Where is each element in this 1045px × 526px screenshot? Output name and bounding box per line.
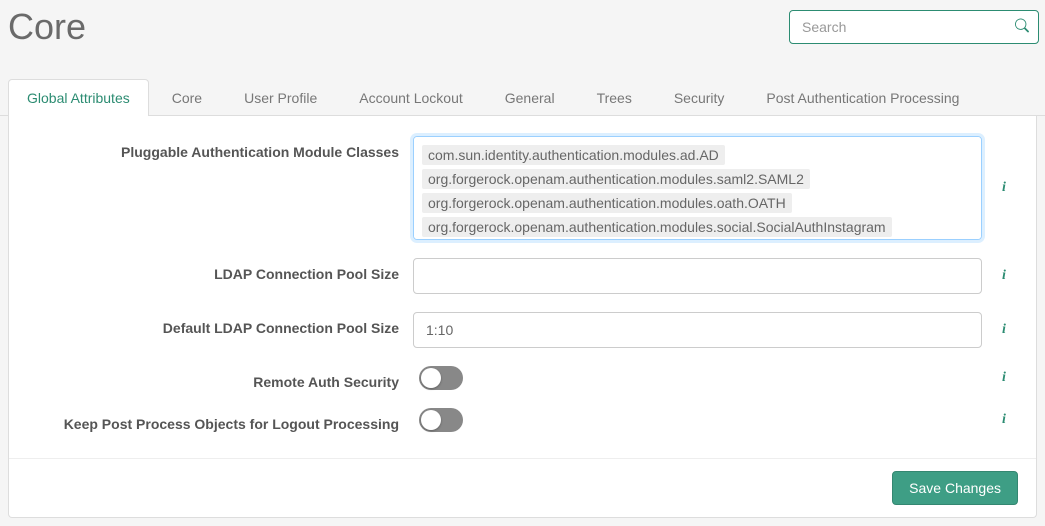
tab-account-lockout[interactable]: Account Lockout (340, 79, 482, 116)
tab-global-attributes[interactable]: Global Attributes (8, 79, 149, 116)
label-remote-auth-security: Remote Auth Security (33, 366, 413, 390)
tab-user-profile[interactable]: User Profile (225, 79, 336, 116)
info-icon[interactable]: i (996, 322, 1012, 338)
toggle-remote-auth-security[interactable] (419, 366, 463, 390)
label-pluggable-auth-modules: Pluggable Authentication Module Classes (33, 136, 413, 160)
info-icon[interactable]: i (996, 180, 1012, 196)
tab-security[interactable]: Security (655, 79, 744, 116)
tab-general[interactable]: General (486, 79, 574, 116)
toggle-keep-post-process[interactable] (419, 408, 463, 432)
search-icon[interactable] (1015, 19, 1029, 36)
info-icon[interactable]: i (996, 370, 1012, 386)
info-icon[interactable]: i (996, 268, 1012, 284)
list-item[interactable]: org.forgerock.openam.authentication.modu… (422, 193, 792, 213)
list-item[interactable]: org.forgerock.openam.authentication.modu… (422, 169, 810, 189)
toggle-knob (421, 368, 441, 388)
label-keep-post-process: Keep Post Process Objects for Logout Pro… (33, 408, 413, 432)
tab-post-auth-processing[interactable]: Post Authentication Processing (747, 79, 978, 116)
toggle-knob (421, 410, 441, 430)
tab-trees[interactable]: Trees (578, 79, 651, 116)
list-item[interactable]: org.forgerock.openam.authentication.modu… (422, 217, 892, 237)
input-default-ldap-pool-size[interactable] (413, 312, 982, 348)
search-wrap (789, 10, 1039, 44)
info-icon[interactable]: i (996, 412, 1012, 428)
list-item[interactable]: com.sun.identity.authentication.modules.… (422, 145, 725, 165)
save-changes-button[interactable]: Save Changes (892, 471, 1018, 505)
listbox-pluggable-auth-modules[interactable]: com.sun.identity.authentication.modules.… (413, 136, 982, 240)
tab-core[interactable]: Core (153, 79, 221, 116)
label-ldap-pool-size: LDAP Connection Pool Size (33, 258, 413, 282)
input-ldap-pool-size[interactable] (413, 258, 982, 294)
form-panel: Pluggable Authentication Module Classes … (8, 116, 1037, 518)
tab-bar: Global Attributes Core User Profile Acco… (0, 78, 1045, 116)
label-default-ldap-pool-size: Default LDAP Connection Pool Size (33, 312, 413, 336)
page-title: Core (6, 6, 86, 48)
search-input[interactable] (789, 10, 1039, 44)
